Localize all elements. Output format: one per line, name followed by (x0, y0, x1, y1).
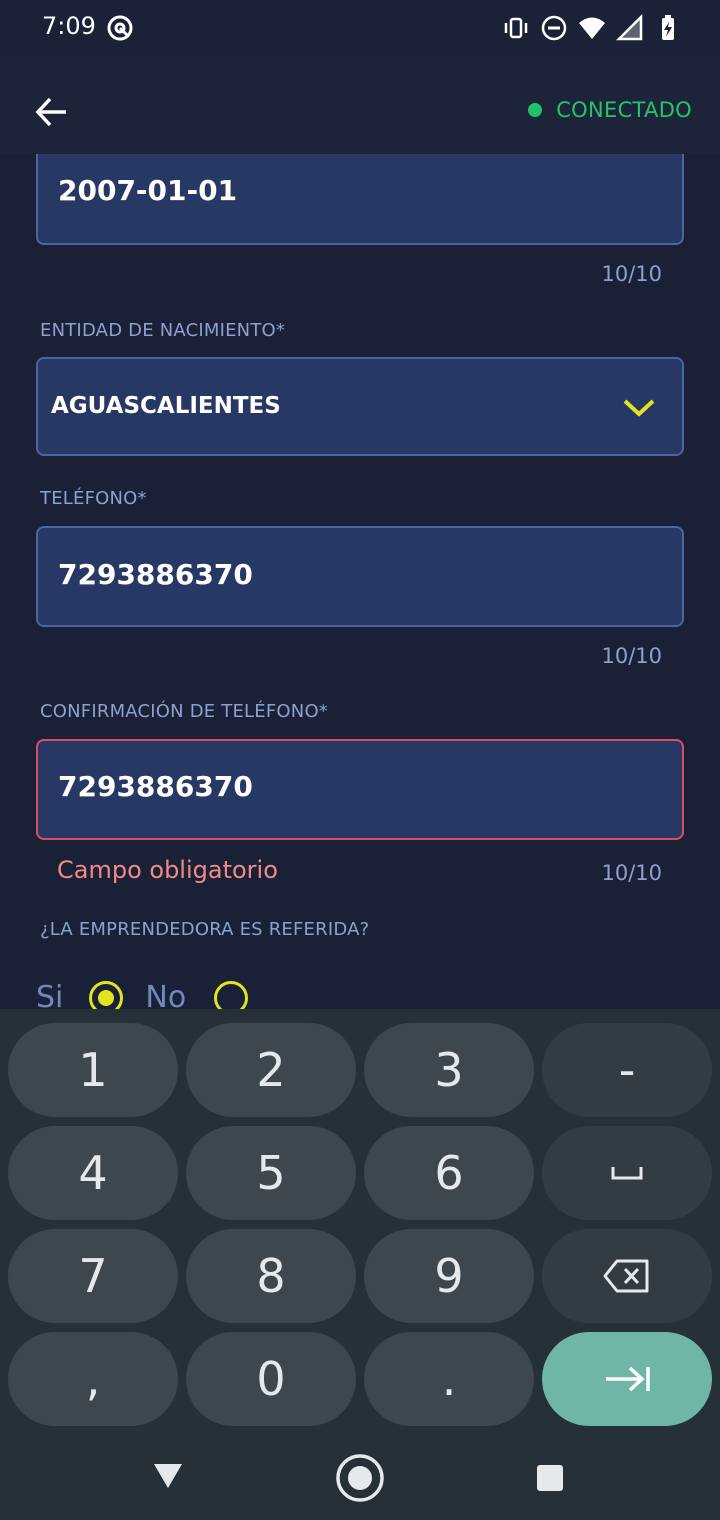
home-circle-icon (336, 1454, 384, 1502)
phone-input[interactable]: 7293886370 (36, 526, 684, 627)
key-period[interactable]: . (364, 1332, 534, 1426)
key-7[interactable]: 7 (8, 1229, 178, 1323)
space-icon (611, 1167, 643, 1180)
radio-si[interactable] (89, 980, 124, 1009)
key-8[interactable]: 8 (186, 1229, 356, 1323)
key-4[interactable]: 4 (8, 1126, 178, 1220)
system-nav-bar (0, 1430, 720, 1520)
key-2[interactable]: 2 (186, 1023, 356, 1117)
do-not-disturb-icon (540, 14, 568, 42)
square-icon (537, 1465, 563, 1491)
key-5[interactable]: 5 (186, 1126, 356, 1220)
radio-label-no: No (145, 980, 187, 1009)
chevron-down-icon (623, 399, 655, 417)
phone-confirm-counter: 10/10 (601, 861, 662, 885)
phone-counter: 10/10 (601, 644, 662, 668)
birth-state-select[interactable]: AGUASCALIENTES (36, 357, 684, 456)
birth-state-label: ENTIDAD DE NACIMIENTO* (40, 320, 286, 341)
numeric-keyboard: 1 2 3 - 4 5 6 7 8 9 , 0 . (0, 1009, 720, 1430)
referred-radio-group: Si No (36, 980, 249, 1009)
birth-date-field[interactable]: 2007-01-01 (36, 154, 684, 245)
nav-back-button[interactable] (152, 1462, 184, 1494)
signal-icon (615, 13, 644, 42)
tab-next-icon (606, 1366, 650, 1392)
phone-confirm-input[interactable]: 7293886370 (36, 739, 684, 840)
status-time: 7:09 (42, 12, 96, 40)
status-bar: 7:09 (0, 0, 720, 56)
vibrate-icon (502, 14, 530, 42)
key-0[interactable]: 0 (186, 1332, 356, 1426)
nav-recents-button[interactable] (536, 1464, 564, 1496)
form-scroll-area[interactable]: 2007-01-01 10/10 ENTIDAD DE NACIMIENTO* … (0, 154, 720, 1009)
radio-label-si: Si (36, 980, 64, 1009)
key-comma[interactable]: , (8, 1332, 178, 1426)
nav-home-button[interactable] (334, 1452, 386, 1508)
birth-date-value: 2007-01-01 (58, 174, 238, 207)
triangle-down-icon (154, 1464, 182, 1488)
key-9[interactable]: 9 (364, 1229, 534, 1323)
at-sign-icon (106, 14, 134, 42)
connection-status: CONECTADO (528, 98, 692, 122)
arrow-left-icon (35, 97, 66, 127)
birth-date-counter: 10/10 (601, 262, 662, 286)
phone-value: 7293886370 (58, 558, 253, 591)
key-space[interactable] (542, 1126, 712, 1220)
back-button[interactable] (32, 92, 72, 132)
phone-confirm-label: CONFIRMACIÓN DE TELÉFONO* (40, 701, 329, 722)
phone-confirm-value: 7293886370 (58, 770, 253, 803)
key-backspace[interactable] (542, 1229, 712, 1323)
key-6[interactable]: 6 (364, 1126, 534, 1220)
phone-confirm-error: Campo obligatorio (57, 856, 278, 884)
connection-dot-icon (528, 103, 543, 117)
phone-label: TELÉFONO* (40, 488, 147, 509)
key-minus[interactable]: - (542, 1023, 712, 1117)
referred-label: ¿LA EMPRENDEDORA ES REFERIDA? (40, 919, 370, 940)
key-3[interactable]: 3 (364, 1023, 534, 1117)
battery-icon (654, 14, 682, 42)
key-next[interactable] (542, 1332, 712, 1426)
backspace-icon (603, 1259, 649, 1293)
key-1[interactable]: 1 (8, 1023, 178, 1117)
radio-no[interactable] (214, 980, 249, 1009)
birth-state-value: AGUASCALIENTES (51, 393, 281, 419)
wifi-icon (578, 14, 606, 42)
connection-label: CONECTADO (556, 98, 692, 122)
app-bar: CONECTADO (0, 56, 720, 154)
